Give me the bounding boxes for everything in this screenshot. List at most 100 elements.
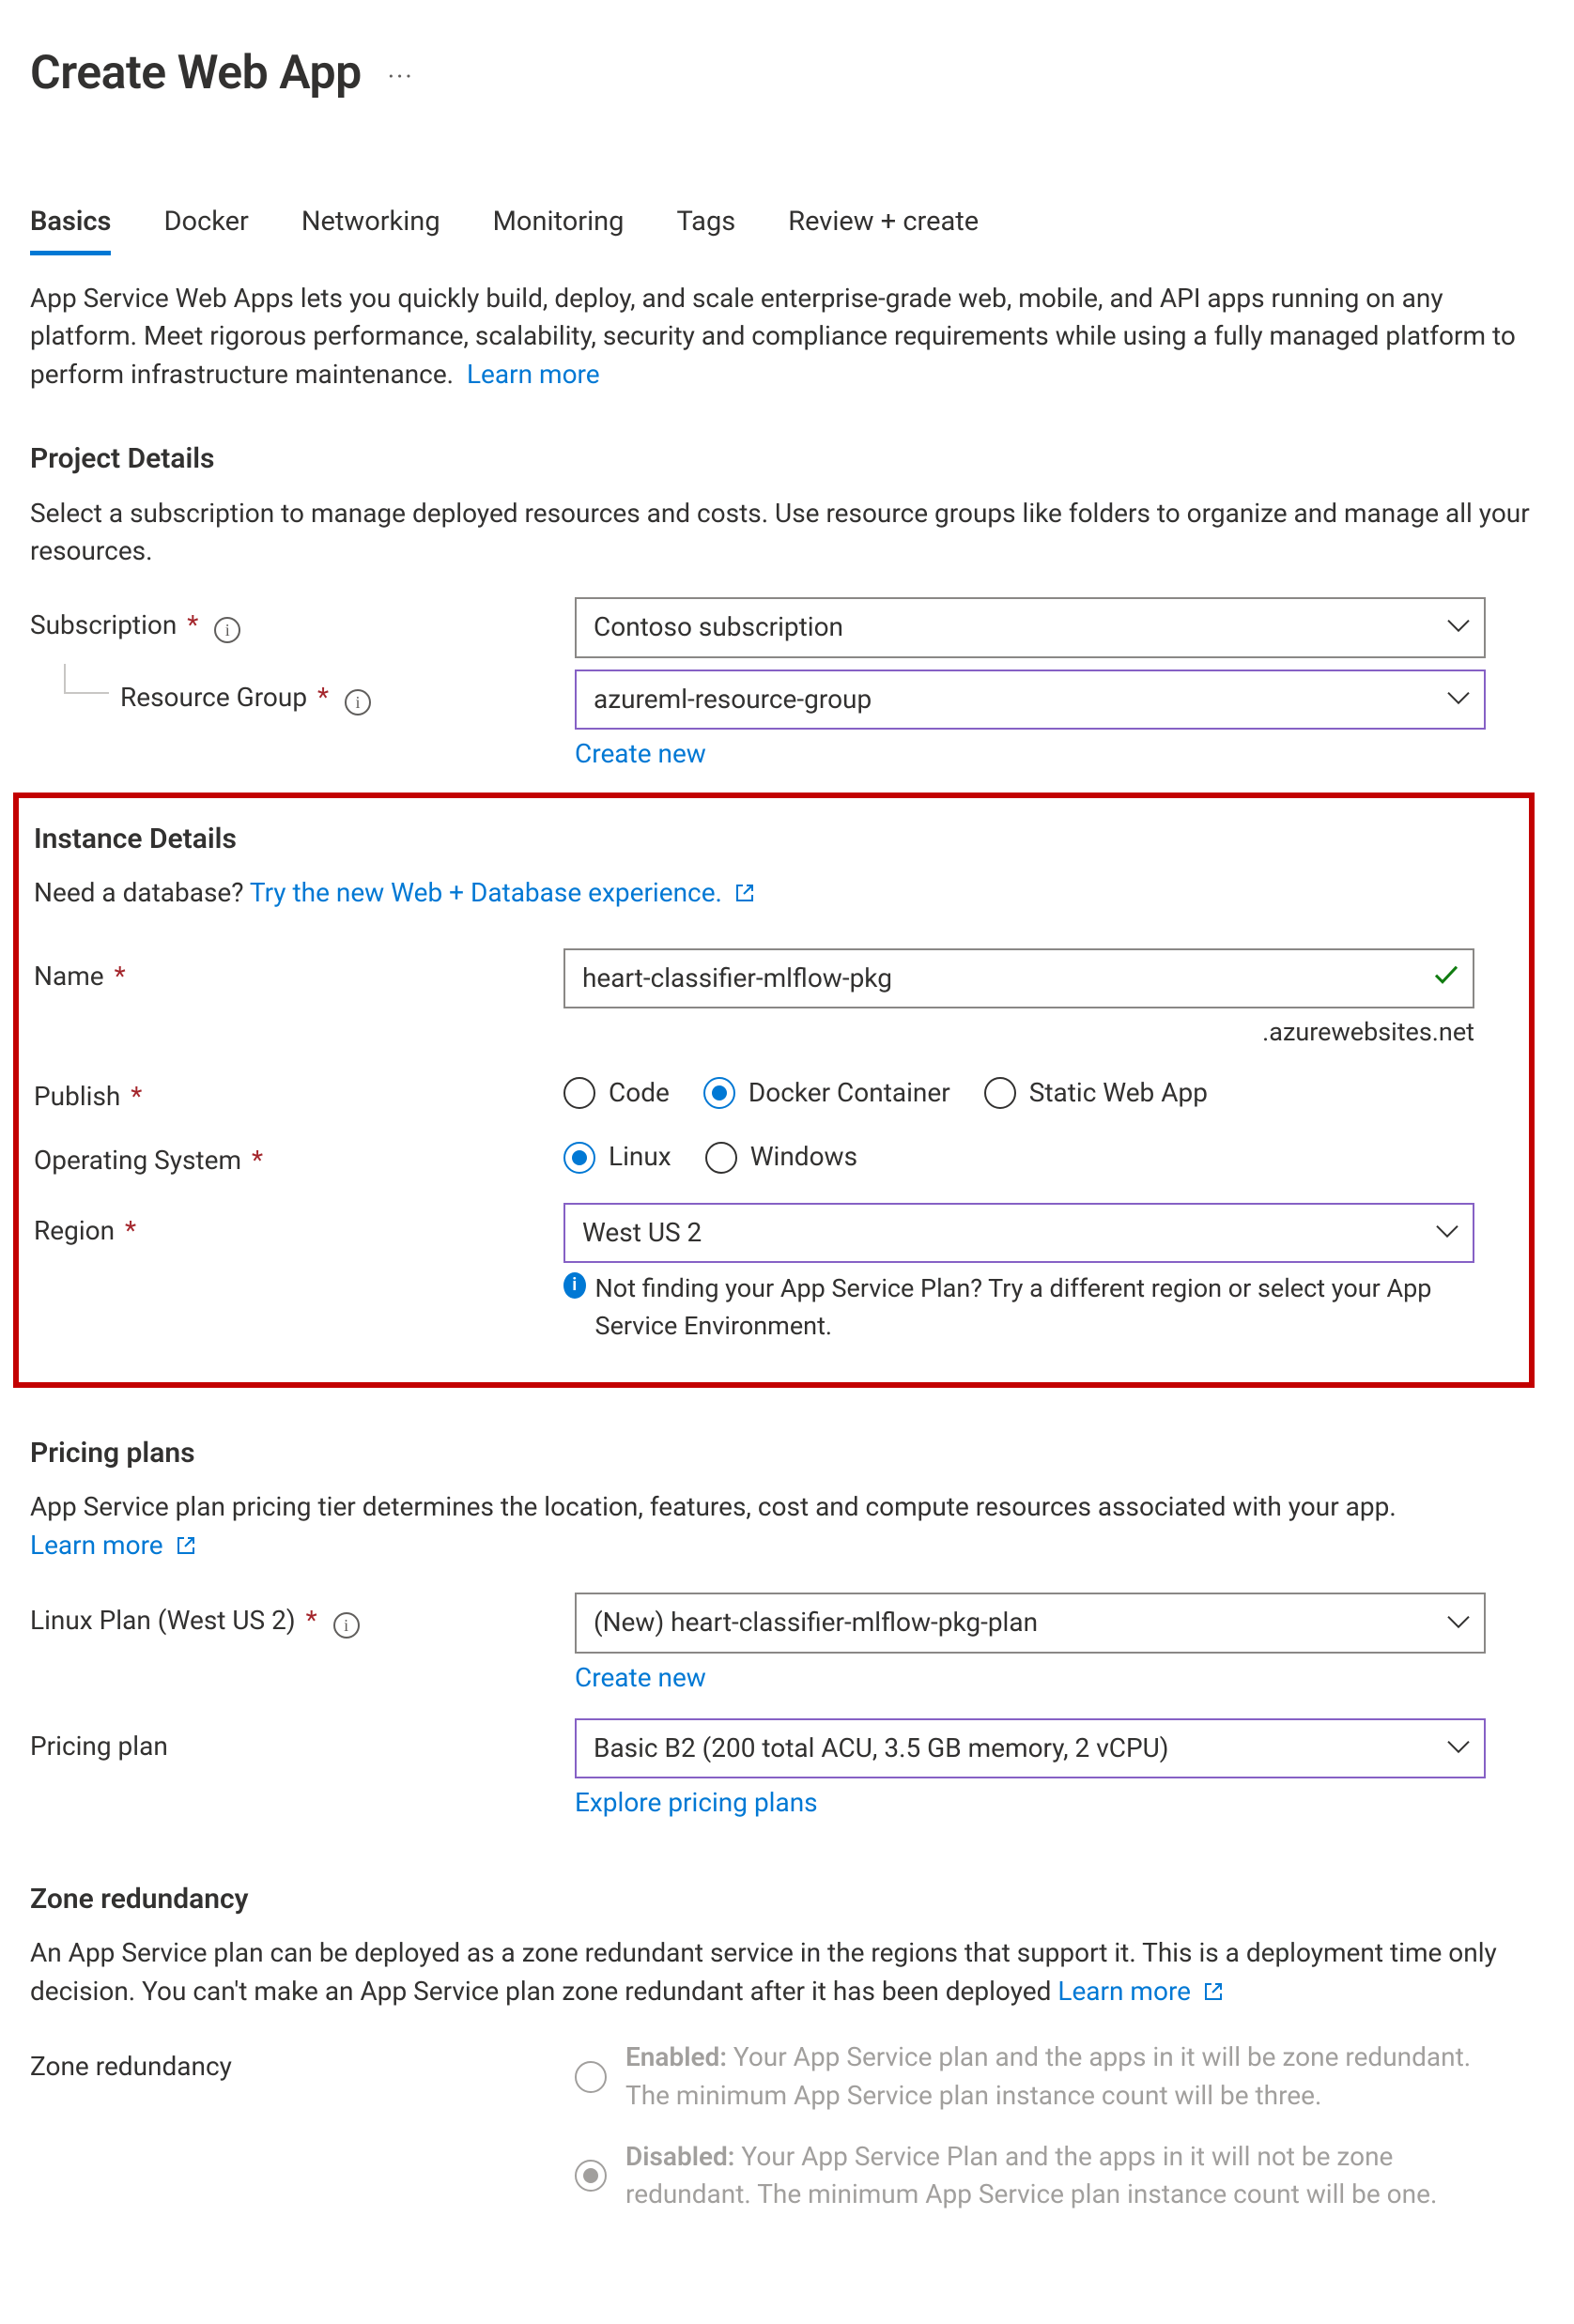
radio-icon bbox=[575, 2061, 607, 2093]
os-option-linux: Linux bbox=[609, 1138, 671, 1177]
zone-redundancy-label: Zone redundancy bbox=[30, 2051, 232, 2082]
linux-plan-label: Linux Plan (West US 2) bbox=[30, 1605, 296, 1636]
radio-icon bbox=[563, 1142, 595, 1174]
publish-option-docker: Docker Container bbox=[748, 1074, 950, 1113]
tree-elbow-icon bbox=[64, 664, 109, 694]
tab-monitoring[interactable]: Monitoring bbox=[493, 202, 625, 255]
name-input[interactable]: heart-classifier-mlflow-pkg bbox=[563, 948, 1474, 1009]
project-details-desc: Select a subscription to manage deployed… bbox=[30, 495, 1544, 571]
linux-plan-create-new-link[interactable]: Create new bbox=[575, 1662, 706, 1693]
more-actions-icon[interactable]: ··· bbox=[388, 58, 414, 97]
region-hint: Not finding your App Service Plan? Try a… bbox=[595, 1270, 1474, 1344]
pricing-plan-value: Basic B2 (200 total ACU, 3.5 GB memory, … bbox=[594, 1732, 1169, 1763]
publish-radio-static[interactable]: Static Web App bbox=[984, 1074, 1208, 1113]
chevron-down-icon bbox=[1446, 1602, 1471, 1640]
subscription-value: Contoso subscription bbox=[594, 611, 843, 642]
db-experience-link[interactable]: Try the new Web + Database experience. bbox=[250, 877, 755, 908]
pricing-plan-label: Pricing plan bbox=[30, 1731, 168, 1762]
pricing-learn-more-link[interactable]: Learn more bbox=[30, 1530, 196, 1561]
zone-desc: An App Service plan can be deployed as a… bbox=[30, 1934, 1544, 2012]
info-icon[interactable]: i bbox=[333, 1612, 360, 1639]
intro-text: App Service Web Apps lets you quickly bu… bbox=[30, 280, 1544, 394]
tab-review-create[interactable]: Review + create bbox=[788, 202, 979, 255]
resource-group-label: Resource Group bbox=[120, 682, 307, 713]
zone-radio-disabled bbox=[575, 2138, 607, 2214]
info-filled-icon: i bbox=[563, 1272, 586, 1299]
intro-body: App Service Web Apps lets you quickly bu… bbox=[30, 283, 1516, 390]
zone-learn-more-link[interactable]: Learn more bbox=[1057, 1976, 1224, 2007]
info-icon[interactable]: i bbox=[214, 617, 240, 643]
region-label: Region bbox=[34, 1215, 115, 1246]
publish-label: Publish bbox=[34, 1081, 120, 1112]
os-radio-windows[interactable]: Windows bbox=[705, 1138, 857, 1177]
required-star-icon: * bbox=[115, 961, 126, 992]
page-title: Create Web App bbox=[30, 39, 362, 108]
zone-option-enabled-title: Enabled: bbox=[625, 2041, 727, 2072]
pricing-plan-select[interactable]: Basic B2 (200 total ACU, 3.5 GB memory, … bbox=[575, 1718, 1486, 1779]
required-star-icon: * bbox=[252, 1145, 263, 1176]
zone-radio-enabled bbox=[575, 2039, 607, 2115]
zone-option-enabled-text: Enabled: Your App Service plan and the a… bbox=[625, 2039, 1486, 2115]
pricing-learn-more-text: Learn more bbox=[30, 1530, 163, 1561]
zone-desc-text: An App Service plan can be deployed as a… bbox=[30, 1937, 1497, 2007]
external-link-icon bbox=[1203, 1975, 1224, 2013]
zone-option-disabled-title: Disabled: bbox=[625, 2141, 734, 2172]
info-icon[interactable]: i bbox=[345, 689, 371, 716]
external-link-icon bbox=[734, 876, 755, 915]
db-experience-link-text: Try the new Web + Database experience. bbox=[250, 877, 722, 908]
name-input-value: heart-classifier-mlflow-pkg bbox=[582, 962, 892, 993]
required-star-icon: * bbox=[306, 1605, 317, 1636]
instance-details-heading: Instance Details bbox=[34, 819, 1514, 860]
zone-option-enabled-desc: Your App Service plan and the apps in it… bbox=[625, 2041, 1471, 2111]
pricing-desc: App Service plan pricing tier determines… bbox=[30, 1488, 1544, 1566]
region-select[interactable]: West US 2 bbox=[563, 1203, 1474, 1264]
pricing-heading: Pricing plans bbox=[30, 1433, 1544, 1474]
tab-basics[interactable]: Basics bbox=[30, 202, 111, 255]
chevron-down-icon bbox=[1446, 679, 1471, 717]
os-label: Operating System bbox=[34, 1145, 241, 1176]
pricing-desc-text: App Service plan pricing tier determines… bbox=[30, 1491, 1397, 1522]
tab-bar: Basics Docker Networking Monitoring Tags… bbox=[30, 202, 1544, 255]
publish-option-static: Static Web App bbox=[1029, 1074, 1208, 1113]
subscription-label: Subscription bbox=[30, 609, 177, 640]
external-link-icon bbox=[176, 1529, 196, 1567]
required-star-icon: * bbox=[131, 1081, 142, 1112]
radio-icon bbox=[984, 1077, 1016, 1109]
resource-group-select[interactable]: azureml-resource-group bbox=[575, 669, 1486, 731]
radio-icon bbox=[703, 1077, 735, 1109]
radio-icon bbox=[705, 1142, 737, 1174]
zone-option-disabled-desc: Your App Service Plan and the apps in it… bbox=[625, 2141, 1437, 2210]
os-option-windows: Windows bbox=[750, 1138, 857, 1177]
resource-group-create-new-link[interactable]: Create new bbox=[575, 738, 706, 769]
tab-networking[interactable]: Networking bbox=[301, 202, 440, 255]
publish-radio-docker[interactable]: Docker Container bbox=[703, 1074, 950, 1113]
checkmark-icon bbox=[1433, 958, 1459, 996]
db-prompt: Need a database? bbox=[34, 877, 243, 908]
required-star-icon: * bbox=[317, 682, 329, 713]
instance-details-highlight: Instance Details Need a database? Try th… bbox=[13, 793, 1535, 1388]
project-details-heading: Project Details bbox=[30, 439, 1544, 480]
linux-plan-value: (New) heart-classifier-mlflow-pkg-plan bbox=[594, 1607, 1038, 1638]
publish-radio-code[interactable]: Code bbox=[563, 1074, 670, 1113]
name-label: Name bbox=[34, 961, 104, 992]
radio-icon bbox=[575, 2160, 607, 2192]
required-star-icon: * bbox=[187, 609, 198, 640]
explore-pricing-link[interactable]: Explore pricing plans bbox=[575, 1787, 818, 1818]
radio-icon bbox=[563, 1077, 595, 1109]
resource-group-value: azureml-resource-group bbox=[594, 684, 872, 715]
region-value: West US 2 bbox=[582, 1217, 702, 1248]
tab-docker[interactable]: Docker bbox=[163, 202, 248, 255]
tab-tags[interactable]: Tags bbox=[676, 202, 735, 255]
zone-learn-more-text: Learn more bbox=[1057, 1976, 1191, 2007]
chevron-down-icon bbox=[1435, 1212, 1459, 1251]
linux-plan-select[interactable]: (New) heart-classifier-mlflow-pkg-plan bbox=[575, 1593, 1486, 1654]
chevron-down-icon bbox=[1446, 1728, 1471, 1766]
zone-heading: Zone redundancy bbox=[30, 1879, 1544, 1920]
subscription-select[interactable]: Contoso subscription bbox=[575, 597, 1486, 658]
intro-learn-more-link[interactable]: Learn more bbox=[467, 359, 600, 390]
required-star-icon: * bbox=[125, 1215, 136, 1246]
publish-option-code: Code bbox=[609, 1074, 670, 1113]
zone-option-disabled-text: Disabled: Your App Service Plan and the … bbox=[625, 2138, 1486, 2214]
os-radio-linux[interactable]: Linux bbox=[563, 1138, 671, 1177]
domain-suffix: .azurewebsites.net bbox=[563, 1014, 1474, 1051]
